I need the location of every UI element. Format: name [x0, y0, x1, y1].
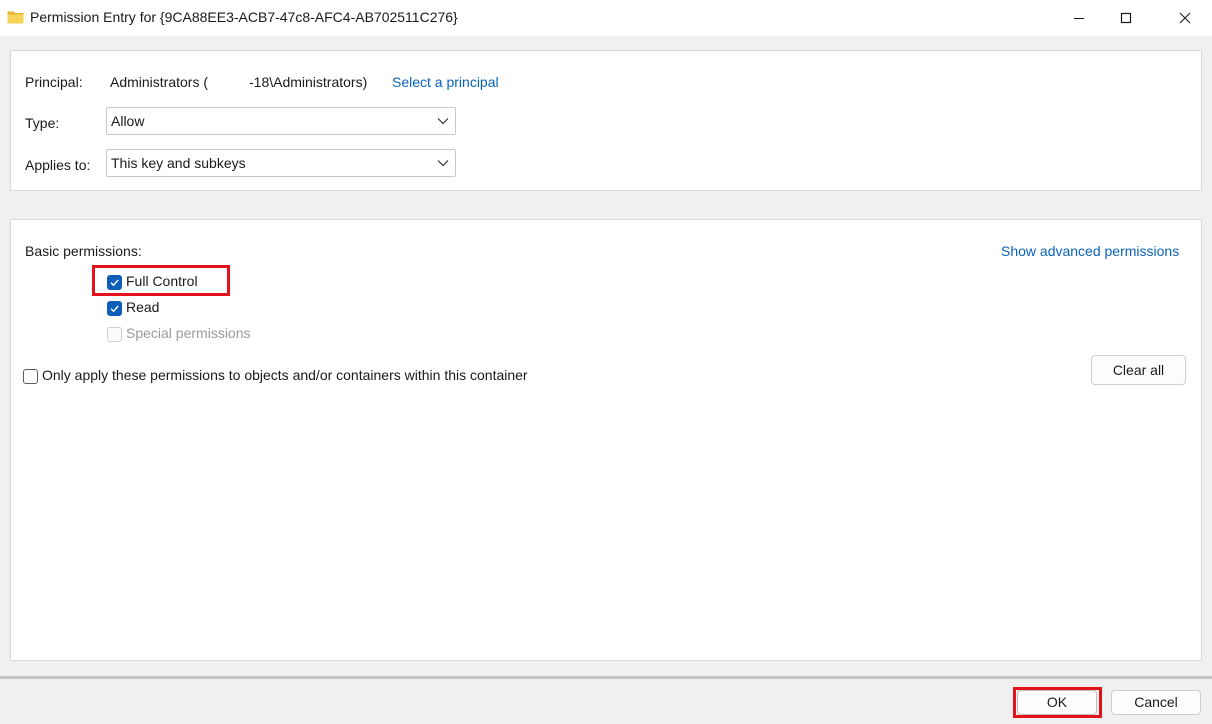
full-control-label[interactable]: Full Control [126, 273, 198, 289]
window-title: Permission Entry for {9CA88EE3-ACB7-47c8… [30, 9, 458, 25]
principal-value-prefix: Administrators ( [110, 74, 209, 90]
permissions-panel: Basic permissions: Show advanced permiss… [10, 219, 1202, 661]
folder-icon [7, 10, 24, 24]
type-select-value: Allow [111, 113, 145, 129]
title-bar[interactable]: Permission Entry for {9CA88EE3-ACB7-47c8… [0, 0, 1212, 36]
principal-panel: Principal: Administrators ( -18\Administ… [10, 50, 1202, 191]
only-apply-checkbox[interactable] [23, 369, 38, 384]
close-icon [1179, 12, 1191, 24]
cancel-button[interactable]: Cancel [1111, 690, 1201, 715]
checkmark-icon [110, 279, 119, 287]
close-button[interactable] [1162, 0, 1208, 36]
basic-permissions-heading: Basic permissions: [25, 243, 142, 259]
permission-entry-window: Permission Entry for {9CA88EE3-ACB7-47c8… [0, 0, 1212, 724]
chevron-down-icon [437, 118, 449, 125]
read-label[interactable]: Read [126, 299, 159, 315]
minimize-icon [1074, 18, 1084, 19]
show-advanced-permissions-link[interactable]: Show advanced permissions [1001, 243, 1179, 259]
applies-to-select-value: This key and subkeys [111, 155, 246, 171]
special-permissions-label: Special permissions [126, 325, 251, 341]
principal-label: Principal: [25, 74, 83, 90]
maximize-button[interactable] [1103, 0, 1149, 36]
applies-to-select[interactable]: This key and subkeys [106, 149, 456, 177]
minimize-button[interactable] [1056, 0, 1102, 36]
only-apply-label[interactable]: Only apply these permissions to objects … [42, 367, 528, 383]
clear-all-button[interactable]: Clear all [1091, 355, 1186, 385]
principal-value-suffix: -18\Administrators) [249, 74, 368, 90]
applies-to-label: Applies to: [25, 157, 91, 173]
read-checkbox[interactable] [107, 301, 122, 316]
checkmark-icon [110, 305, 119, 313]
chevron-down-icon [437, 160, 449, 167]
ok-button[interactable]: OK [1017, 690, 1097, 715]
type-select[interactable]: Allow [106, 107, 456, 135]
select-principal-link[interactable]: Select a principal [392, 74, 499, 90]
full-control-checkbox[interactable] [107, 275, 122, 290]
type-label: Type: [25, 115, 60, 131]
maximize-icon [1120, 12, 1132, 24]
special-permissions-checkbox [107, 327, 122, 342]
